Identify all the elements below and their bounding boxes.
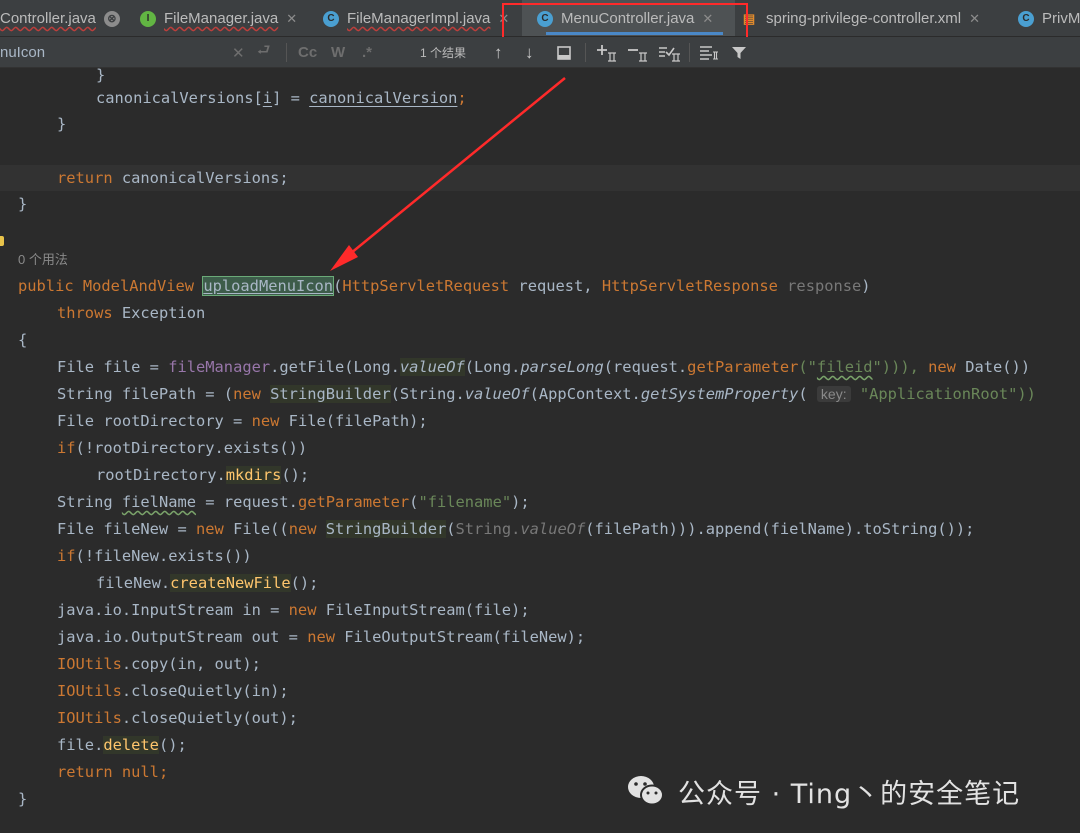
filter-lines-icon[interactable] bbox=[699, 37, 719, 68]
tab-label: FileManagerImpl.java bbox=[347, 10, 491, 27]
watermark-text: 公众号 · Ting丶的安全笔记 bbox=[678, 778, 1021, 810]
close-icon[interactable]: ✕ bbox=[286, 11, 297, 27]
code-line: IOUtils.closeQuietly(in); bbox=[57, 682, 289, 700]
code-line: canonicalVersions[i] = canonicalVersion; bbox=[96, 89, 467, 107]
whole-words-toggle[interactable]: W bbox=[331, 37, 345, 68]
close-icon[interactable]: ✕ bbox=[969, 11, 980, 27]
tab-privm[interactable]: C PrivM bbox=[1018, 0, 1080, 36]
search-input[interactable]: nuIcon bbox=[0, 37, 45, 68]
class-icon: C bbox=[1018, 10, 1034, 27]
code-line: return null; bbox=[57, 763, 169, 781]
code-line: File file = fileManager.getFile(Long.val… bbox=[57, 358, 1031, 376]
tab-filemanagerimpl[interactable]: C FileManagerImpl.java ✕ bbox=[323, 0, 509, 36]
close-icon[interactable]: ⊗ bbox=[103, 10, 120, 27]
code-line: String fielName = request.getParameter("… bbox=[57, 493, 530, 511]
usage-count-hint[interactable]: 0 个用法 bbox=[18, 249, 68, 268]
code-editor[interactable]: } canonicalVersions[i] = canonicalVersio… bbox=[0, 68, 1080, 833]
remove-occurrence-icon[interactable] bbox=[627, 37, 649, 68]
tab-spring-xml[interactable]: ▤ spring-privilege-controller.xml ✕ bbox=[740, 0, 980, 36]
select-all-icon[interactable] bbox=[658, 37, 682, 68]
method-signature-line: public ModelAndView uploadMenuIcon(HttpS… bbox=[18, 276, 871, 296]
code-line: if(!rootDirectory.exists()) bbox=[57, 439, 308, 457]
tab-controller[interactable]: Controller.java ⊗ bbox=[0, 0, 120, 36]
watermark: 公众号 · Ting丶的安全笔记 bbox=[626, 770, 1020, 812]
previous-occurrence-icon[interactable]: ↑ bbox=[494, 37, 503, 68]
wechat-logo-icon bbox=[628, 776, 664, 806]
code-line: throws Exception bbox=[57, 304, 206, 322]
tab-label: FileManager.java bbox=[164, 10, 279, 27]
lightbulb-icon[interactable] bbox=[0, 236, 4, 246]
next-occurrence-icon[interactable]: ↓ bbox=[525, 37, 534, 68]
code-line: IOUtils.copy(in, out); bbox=[57, 655, 261, 673]
code-line: file.delete(); bbox=[57, 736, 187, 754]
code-line: String filePath = (new StringBuilder(Str… bbox=[57, 385, 1036, 403]
interface-icon: I bbox=[140, 10, 156, 27]
code-line: } bbox=[18, 195, 28, 213]
search-result-count: 1 个结果 bbox=[420, 46, 467, 60]
tab-filemanager[interactable]: I FileManager.java ✕ bbox=[140, 0, 297, 36]
code-line: } bbox=[18, 790, 28, 808]
code-line: IOUtils.closeQuietly(out); bbox=[57, 709, 298, 727]
code-line: fileNew.createNewFile(); bbox=[96, 574, 319, 592]
filter-icon[interactable] bbox=[731, 37, 747, 68]
tab-label: spring-privilege-controller.xml bbox=[766, 10, 962, 27]
code-line: java.io.OutputStream out = new FileOutpu… bbox=[57, 628, 586, 646]
code-line: } bbox=[57, 115, 67, 133]
code-line-current: return canonicalVersions; bbox=[0, 165, 1080, 191]
code-line: { bbox=[18, 331, 28, 349]
code-line: File fileNew = new File((new StringBuild… bbox=[57, 520, 975, 538]
method-name-uploadmenuicon: uploadMenuIcon bbox=[202, 276, 335, 296]
regex-toggle[interactable]: .* bbox=[362, 37, 372, 68]
select-all-occurrences-icon[interactable] bbox=[556, 37, 572, 68]
add-occurrence-icon[interactable] bbox=[596, 37, 618, 68]
code-line: java.io.InputStream in = new FileInputSt… bbox=[57, 601, 530, 619]
tab-label: PrivM bbox=[1042, 10, 1080, 27]
search-history-icon[interactable]: ⮐ bbox=[257, 37, 271, 68]
match-case-toggle[interactable]: Cc bbox=[298, 37, 317, 68]
parameter-hint: key: bbox=[816, 386, 851, 402]
clear-search-icon[interactable]: ✕ bbox=[232, 37, 245, 68]
tab-label: Controller.java bbox=[0, 10, 96, 27]
class-icon: C bbox=[323, 10, 339, 27]
code-line: File rootDirectory = new File(filePath); bbox=[57, 412, 428, 430]
code-line: rootDirectory.mkdirs(); bbox=[96, 466, 310, 484]
code-line: if(!fileNew.exists()) bbox=[57, 547, 252, 565]
find-bar: nuIcon ✕ ⮐ Cc W .* 1 个结果 ↑ ↓ bbox=[0, 37, 1080, 68]
